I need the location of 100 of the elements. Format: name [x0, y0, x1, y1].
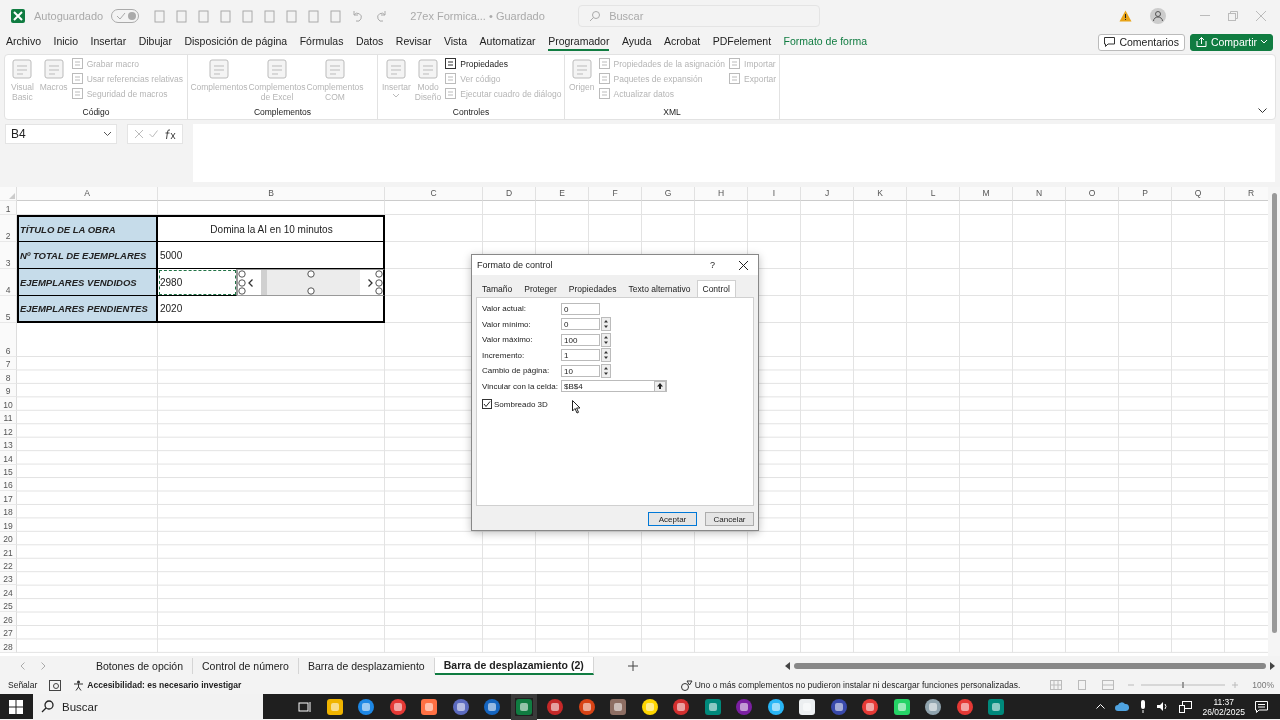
app-icon[interactable]: [892, 697, 911, 716]
dialog-tab[interactable]: Control: [696, 280, 736, 297]
sheet-tab[interactable]: Barra de desplazamiento (2): [434, 657, 594, 675]
sheet-tab[interactable]: Control de número: [193, 658, 299, 674]
microphone-icon[interactable]: [1139, 700, 1148, 713]
ribbon-tab[interactable]: Acrobat: [664, 33, 701, 51]
dialog-tab[interactable]: Proteger: [518, 280, 563, 297]
ribbon-tab[interactable]: Revisar: [395, 33, 432, 51]
clock-date[interactable]: 26/02/2025: [1202, 706, 1245, 717]
close-icon[interactable]: [739, 260, 748, 270]
chevron-left-icon[interactable]: [248, 278, 253, 287]
app-icon[interactable]: [546, 697, 564, 716]
app-icon[interactable]: [829, 697, 848, 716]
row-header[interactable]: 23: [0, 572, 17, 586]
column-header[interactable]: F: [589, 187, 642, 201]
app-icon[interactable]: [420, 697, 438, 716]
column-header[interactable]: R: [1225, 187, 1268, 201]
row-header[interactable]: 8: [0, 370, 17, 384]
column-header[interactable]: O: [1066, 187, 1119, 201]
sheet-tab[interactable]: Botones de opción: [87, 658, 193, 674]
avatar-icon[interactable]: [1150, 8, 1166, 24]
row-header[interactable]: 1: [0, 201, 17, 215]
column-header[interactable]: Q: [1172, 187, 1225, 201]
chevron-right-icon[interactable]: [368, 278, 373, 287]
macro-recording-icon[interactable]: [49, 679, 62, 691]
app-icon[interactable]: [325, 697, 344, 716]
row-header[interactable]: 3: [0, 242, 17, 269]
windows-icon[interactable]: [9, 699, 23, 714]
ribbon-tab[interactable]: Inicio: [53, 33, 79, 51]
checkbox[interactable]: Sombreado 3D: [482, 399, 548, 409]
input-field[interactable]: 100: [561, 333, 600, 346]
app-icon[interactable]: [861, 697, 879, 716]
app-icon[interactable]: [766, 697, 785, 716]
accessibility-status[interactable]: Accesibilidad: es necesario investigar: [73, 679, 242, 691]
comments-button[interactable]: Comentarios: [1098, 33, 1185, 51]
notification-icon[interactable]: [1255, 700, 1268, 713]
ribbon-tab[interactable]: Vista: [443, 33, 468, 51]
app-icon[interactable]: [451, 697, 470, 716]
function-icon[interactable]: [164, 128, 178, 140]
row-header[interactable]: 2: [0, 215, 17, 242]
app-icon[interactable]: [703, 697, 722, 716]
input-field[interactable]: 0: [561, 318, 600, 331]
app-icon[interactable]: [357, 697, 375, 716]
ribbon-tab[interactable]: Fórmulas: [299, 33, 344, 51]
slider-thumb[interactable]: [1182, 682, 1185, 688]
zoom-slider[interactable]: [1128, 681, 1239, 689]
app-icon[interactable]: [577, 697, 596, 716]
app-icon[interactable]: [640, 697, 659, 716]
clock-time[interactable]: 11:37: [1213, 696, 1235, 707]
network-icon[interactable]: [1179, 700, 1193, 713]
row-header[interactable]: 5: [0, 296, 17, 323]
row-header[interactable]: 17: [0, 491, 17, 505]
cloud-icon[interactable]: [1115, 702, 1130, 711]
column-header[interactable]: H: [695, 187, 748, 201]
column-header[interactable]: D: [483, 187, 536, 201]
app-icon[interactable]: [987, 697, 1005, 716]
ribbon-tab[interactable]: Insertar: [90, 33, 127, 51]
input-field[interactable]: $B$4: [561, 380, 667, 393]
spinner-arrows[interactable]: [601, 332, 611, 347]
checkbox-icon[interactable]: [482, 399, 492, 409]
row-header[interactable]: 10: [0, 397, 17, 411]
column-header[interactable]: L: [907, 187, 960, 201]
dialog-tab[interactable]: Tamaño: [476, 280, 519, 297]
app-icon[interactable]: [955, 697, 974, 716]
warning-icon[interactable]: [1119, 10, 1132, 22]
spinner-arrows[interactable]: [601, 363, 611, 378]
dialog-button[interactable]: Aceptar: [648, 512, 697, 526]
name-box[interactable]: B4: [5, 124, 117, 144]
ribbon-tab[interactable]: PDFelement: [712, 33, 772, 51]
app-icon[interactable]: [609, 697, 627, 716]
ribbon-tab[interactable]: Ayuda: [621, 33, 652, 51]
checkmark-icon[interactable]: [149, 130, 158, 138]
ribbon-tab[interactable]: Datos: [355, 33, 384, 51]
row-header[interactable]: 28: [0, 639, 17, 653]
dialog-tab[interactable]: Texto alternativo: [622, 280, 697, 297]
task-view-icon[interactable]: [298, 699, 312, 714]
row-header[interactable]: 21: [0, 545, 17, 559]
column-header[interactable]: A: [17, 187, 158, 201]
spinner-arrows[interactable]: [601, 317, 611, 332]
chevron-down-icon[interactable]: [1258, 108, 1267, 113]
chevron-up-icon[interactable]: [1096, 704, 1106, 709]
input-field[interactable]: 0: [561, 302, 600, 315]
dialog-tab[interactable]: Propiedades: [562, 280, 623, 297]
column-header[interactable]: J: [801, 187, 854, 201]
horizontal-scrollbar[interactable]: [785, 662, 1275, 670]
column-header[interactable]: G: [642, 187, 695, 201]
speaker-icon[interactable]: [1157, 701, 1170, 712]
row-header[interactable]: 7: [0, 357, 17, 371]
column-header[interactable]: P: [1119, 187, 1172, 201]
row-header[interactable]: 12: [0, 424, 17, 438]
ribbon-tab[interactable]: Programador: [548, 33, 610, 51]
row-header[interactable]: 6: [0, 323, 17, 357]
share-button[interactable]: Compartir: [1189, 33, 1273, 51]
column-header[interactable]: C: [385, 187, 483, 201]
scrollbar-control[interactable]: [237, 269, 385, 296]
column-header[interactable]: M: [960, 187, 1013, 201]
input-field[interactable]: 10: [561, 364, 600, 377]
column-header[interactable]: I: [748, 187, 801, 201]
row-header[interactable]: 26: [0, 612, 17, 626]
app-icon[interactable]: [483, 697, 501, 716]
